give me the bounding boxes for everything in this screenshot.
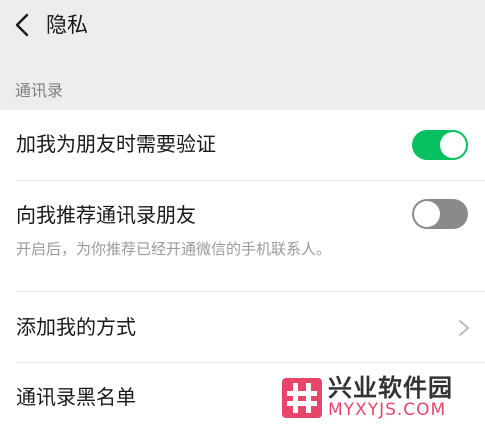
section-label-contacts: 通讯录 bbox=[15, 81, 64, 100]
toggle-knob bbox=[440, 132, 466, 158]
verify-friend-toggle[interactable] bbox=[412, 130, 468, 160]
nav-bar: 隐私 bbox=[0, 0, 485, 50]
hash-logo-icon bbox=[282, 378, 322, 418]
watermark: 兴业软件园 MYXYJS.COM bbox=[282, 374, 477, 424]
row-recommend-contacts[interactable]: 向我推荐通讯录朋友 开启后，为你推荐已经开通微信的手机联系人。 bbox=[0, 181, 485, 291]
row-title: 添加我的方式 bbox=[16, 315, 136, 339]
row-verify-friend-requests[interactable]: 加我为朋友时需要验证 bbox=[0, 110, 485, 180]
recommend-contacts-toggle[interactable] bbox=[412, 199, 468, 229]
watermark-domain: MYXYJS.COM bbox=[328, 400, 447, 420]
row-title: 加我为朋友时需要验证 bbox=[16, 132, 216, 156]
privacy-settings-screen: 隐私 通讯录 加我为朋友时需要验证 向我推荐通讯录朋友 开启后，为你推荐已经开通… bbox=[0, 0, 485, 434]
chevron-left-icon bbox=[15, 13, 29, 37]
row-title: 通讯录黑名单 bbox=[16, 385, 136, 409]
back-button[interactable] bbox=[8, 10, 36, 40]
row-ways-to-add-me[interactable]: 添加我的方式 bbox=[0, 292, 485, 362]
chevron-right-icon bbox=[459, 320, 469, 336]
row-description: 开启后，为你推荐已经开通微信的手机联系人。 bbox=[16, 240, 332, 258]
toggle-knob bbox=[414, 201, 440, 227]
row-title: 向我推荐通讯录朋友 bbox=[16, 203, 196, 227]
watermark-name: 兴业软件园 bbox=[328, 374, 453, 402]
page-title: 隐私 bbox=[46, 13, 88, 37]
